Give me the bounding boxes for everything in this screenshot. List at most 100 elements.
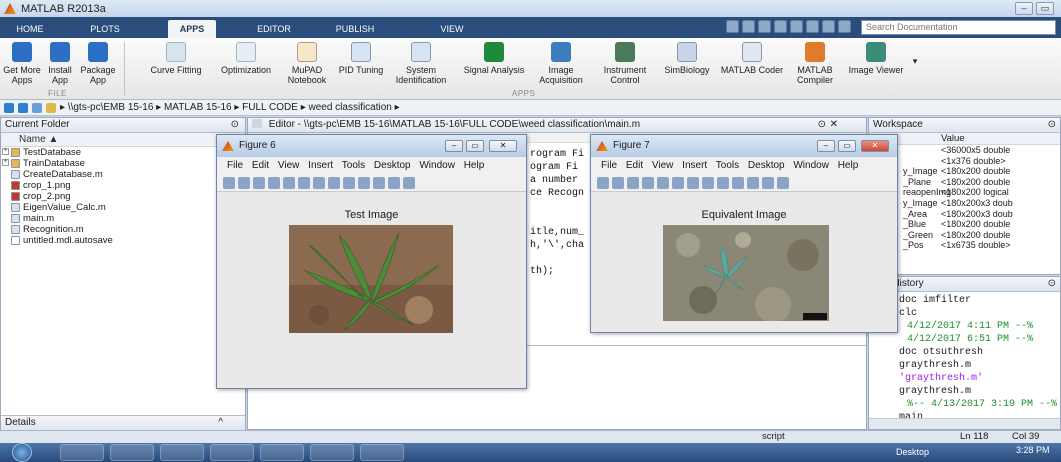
apps-gallery-expand-button[interactable]: ▾: [910, 56, 920, 66]
maximize-button[interactable]: ▭: [838, 140, 856, 152]
app-image-acquisition[interactable]: Image Acquisition: [534, 42, 588, 85]
zoom-out-icon[interactable]: [687, 177, 699, 189]
taskbar-matlab-icon[interactable]: [310, 444, 354, 461]
new-figure-icon[interactable]: [223, 177, 235, 189]
figure-6-menu-bar[interactable]: File Edit View Insert Tools Desktop Wind…: [217, 157, 526, 174]
history-entry[interactable]: 'graythresh.m': [899, 372, 1060, 385]
save-icon[interactable]: [253, 177, 265, 189]
pointer-icon[interactable]: [283, 177, 295, 189]
expand-icon[interactable]: +: [2, 159, 9, 166]
tab-apps[interactable]: APPS: [168, 20, 216, 38]
code-line[interactable]: th);: [530, 265, 584, 278]
link-icon[interactable]: [388, 177, 400, 189]
redo-icon[interactable]: [822, 20, 835, 33]
history-scrollbar[interactable]: [869, 418, 1060, 429]
history-entry[interactable]: 4/12/2017 6:51 PM --%: [899, 333, 1060, 346]
taskbar-explorer-icon[interactable]: [60, 444, 104, 461]
save-icon[interactable]: [726, 20, 739, 33]
tab-editor[interactable]: EDITOR: [253, 20, 295, 38]
app-curve-fitting[interactable]: Curve Fitting: [146, 42, 206, 75]
code-line[interactable]: itle,num_: [530, 226, 584, 239]
rotate-icon[interactable]: [717, 177, 729, 189]
app-pid-tuning[interactable]: PID Tuning: [338, 42, 384, 75]
app-matlab-coder[interactable]: MATLAB Coder: [720, 42, 784, 75]
code-line[interactable]: ce Recogn: [530, 187, 584, 200]
maximize-button[interactable]: ▭: [1036, 2, 1054, 15]
figure-7-menu-bar[interactable]: File Edit View Insert Tools Desktop Wind…: [591, 157, 897, 174]
history-entry[interactable]: 4/12/2017 4:11 PM --%: [899, 320, 1060, 333]
folder-list-item[interactable]: Recognition.m: [1, 224, 245, 235]
print-icon[interactable]: [268, 177, 280, 189]
zoom-out-icon[interactable]: [313, 177, 325, 189]
history-entry[interactable]: doc otsuthresh: [899, 346, 1060, 359]
folder-list-item[interactable]: CreateDatabase.m: [1, 169, 245, 180]
undo-icon[interactable]: [806, 20, 819, 33]
panel-menu-icon[interactable]: ⊙: [818, 118, 826, 132]
name-column-header[interactable]: Name ▲: [1, 133, 245, 147]
save-icon[interactable]: [627, 177, 639, 189]
app-system-identification[interactable]: System Identification: [392, 42, 450, 85]
save-all-icon[interactable]: [742, 20, 755, 33]
folder-list-item[interactable]: EigenValue_Calc.m: [1, 202, 245, 213]
cut-icon[interactable]: [758, 20, 771, 33]
colorbar-icon[interactable]: [403, 177, 415, 189]
pan-icon[interactable]: [702, 177, 714, 189]
app-signal-analysis[interactable]: Signal Analysis: [462, 42, 526, 75]
minimize-button[interactable]: –: [445, 140, 463, 152]
back-icon[interactable]: [4, 102, 14, 113]
panel-menu-icon[interactable]: ⊙: [1048, 118, 1056, 132]
minimize-button[interactable]: –: [1015, 2, 1033, 15]
panel-menu-icon[interactable]: ⊙: [231, 118, 239, 132]
history-entry[interactable]: graythresh.m: [899, 359, 1060, 372]
install-app-button[interactable]: Install App: [44, 42, 76, 85]
pan-icon[interactable]: [328, 177, 340, 189]
figure-7-title-bar[interactable]: Figure 7 – ▭ ✕: [591, 135, 897, 157]
print-icon[interactable]: [642, 177, 654, 189]
app-image-viewer[interactable]: Image Viewer: [846, 42, 906, 75]
package-app-button[interactable]: Package App: [78, 42, 118, 85]
taskbar-matlab-icon[interactable]: [260, 444, 304, 461]
data-cursor-icon[interactable]: [732, 177, 744, 189]
new-figure-icon[interactable]: [597, 177, 609, 189]
folder-list-item[interactable]: + TrainDatabase: [1, 158, 245, 169]
close-button[interactable]: ✕: [489, 140, 517, 152]
open-icon[interactable]: [612, 177, 624, 189]
folder-list-item[interactable]: + TestDatabase: [1, 147, 245, 158]
taskbar-app-icon[interactable]: [210, 444, 254, 461]
tab-plots[interactable]: PLOTS: [85, 20, 125, 38]
open-icon[interactable]: [238, 177, 250, 189]
start-button-icon[interactable]: [12, 443, 32, 462]
app-optimization[interactable]: Optimization: [218, 42, 274, 75]
code-line[interactable]: a number: [530, 174, 584, 187]
copy-icon[interactable]: [774, 20, 787, 33]
minimize-button[interactable]: –: [817, 140, 835, 152]
brush-icon[interactable]: [747, 177, 759, 189]
maximize-button[interactable]: ▭: [466, 140, 484, 152]
taskbar-paint-icon[interactable]: [360, 444, 404, 461]
code-line[interactable]: rogram Fi: [530, 148, 584, 161]
rotate-icon[interactable]: [343, 177, 355, 189]
history-entry[interactable]: %-- 4/13/2017 3:19 PM --%: [899, 398, 1060, 411]
help-icon[interactable]: [838, 20, 851, 33]
app-instrument-control[interactable]: Instrument Control: [596, 42, 654, 85]
tab-home[interactable]: HOME: [10, 20, 50, 38]
chevron-up-icon[interactable]: ^: [218, 416, 223, 430]
app-mupad-notebook[interactable]: MuPAD Notebook: [282, 42, 332, 85]
panel-menu-icon[interactable]: ⊙: [1048, 277, 1056, 291]
figure-6-window[interactable]: Figure 6 – ▭ ✕ File Edit View Insert Too…: [216, 134, 527, 389]
link-icon[interactable]: [762, 177, 774, 189]
folder-list-item[interactable]: crop_1.png: [1, 180, 245, 191]
paste-icon[interactable]: [790, 20, 803, 33]
tab-view[interactable]: VIEW: [432, 20, 472, 38]
clock[interactable]: 3:28 PM: [1016, 445, 1050, 455]
desktop-toolbar-label[interactable]: Desktop: [896, 447, 929, 457]
figure-6-title-bar[interactable]: Figure 6 – ▭ ✕: [217, 135, 526, 157]
close-button[interactable]: ✕: [861, 140, 889, 152]
code-line[interactable]: ogram Fi: [530, 161, 584, 174]
zoom-in-icon[interactable]: [672, 177, 684, 189]
code-line[interactable]: [530, 252, 584, 265]
code-line[interactable]: [530, 213, 584, 226]
app-matlab-compiler[interactable]: MATLAB Compiler: [792, 42, 838, 85]
expand-icon[interactable]: +: [2, 148, 9, 155]
tab-publish[interactable]: PUBLISH: [332, 20, 378, 38]
